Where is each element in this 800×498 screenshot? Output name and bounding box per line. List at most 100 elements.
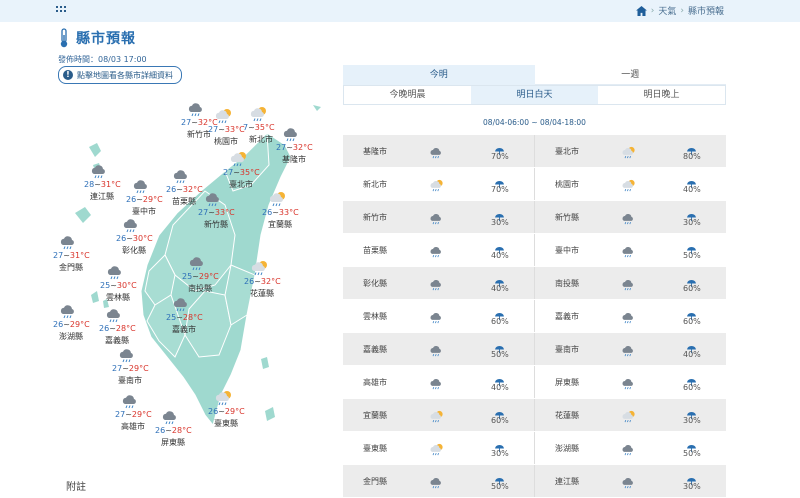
cloud-rain-icon <box>429 243 445 258</box>
county-name[interactable]: 桃園市 <box>555 179 579 190</box>
map-county-name: 臺北市 <box>229 180 253 189</box>
county-name[interactable]: 臺東縣 <box>363 443 387 454</box>
county-name[interactable]: 南投縣 <box>555 278 579 289</box>
county-name[interactable]: 臺北市 <box>555 146 579 157</box>
county-cell[interactable]: 嘉義縣 50% <box>343 333 534 365</box>
county-cell[interactable]: 苗栗縣 40% <box>343 234 534 266</box>
map-county-name: 臺東縣 <box>214 419 238 428</box>
county-name[interactable]: 連江縣 <box>555 476 579 487</box>
breadcrumb-weather[interactable]: 天氣 <box>658 4 676 17</box>
breadcrumb-county-forecast[interactable]: 縣市預報 <box>688 4 724 17</box>
county-name[interactable]: 嘉義縣 <box>363 344 387 355</box>
county-name[interactable]: 基隆市 <box>363 146 387 157</box>
tab-week[interactable]: 一週 <box>534 65 726 85</box>
cloud-rain-icon <box>90 163 110 179</box>
county-name[interactable]: 金門縣 <box>363 476 387 487</box>
cloud-rain-icon <box>621 276 637 291</box>
table-row: 臺東縣 30% 澎湖縣 50% <box>343 432 726 465</box>
sun-cloud-rain-icon <box>214 390 234 406</box>
county-name[interactable]: 新竹市 <box>363 212 387 223</box>
sun-cloud-rain-icon <box>250 260 270 276</box>
map-temp: 26~29°C <box>53 320 90 329</box>
cloud-rain-icon <box>429 342 445 357</box>
umbrella-icon <box>495 174 504 189</box>
top-bar: › 天氣 › 縣市預報 <box>0 0 800 22</box>
county-cell[interactable]: 臺南市 40% <box>534 333 726 365</box>
county-cell[interactable]: 花蓮縣 30% <box>534 399 726 431</box>
map-help-button[interactable]: ! 點擊地圖看各縣市詳細資料 <box>58 66 182 84</box>
county-name[interactable]: 臺南市 <box>555 344 579 355</box>
county-name[interactable]: 苗栗縣 <box>363 245 387 256</box>
cloud-rain-icon <box>621 441 637 456</box>
rain-probability: 40% <box>683 185 701 194</box>
map-temp: 26~28°C <box>155 426 192 435</box>
county-cell[interactable]: 連江縣 30% <box>534 465 726 497</box>
rain-probability: 30% <box>491 449 509 458</box>
county-cell[interactable]: 南投縣 60% <box>534 267 726 299</box>
county-cell[interactable]: 新北市 70% <box>343 168 534 200</box>
county-cell[interactable]: 澎湖縣 50% <box>534 432 726 464</box>
rain-probability: 40% <box>491 251 509 260</box>
tab-tomorrow-night[interactable]: 明日晚上 <box>598 86 725 104</box>
map-help-label: 點擊地圖看各縣市詳細資料 <box>77 70 173 80</box>
county-name[interactable]: 新竹縣 <box>555 212 579 223</box>
county-name[interactable]: 屏東縣 <box>555 377 579 388</box>
umbrella-icon <box>495 405 504 420</box>
county-name[interactable]: 花蓮縣 <box>555 410 579 421</box>
county-cell[interactable]: 桃園市 40% <box>534 168 726 200</box>
rain-probability: 50% <box>491 482 509 491</box>
county-name[interactable]: 雲林縣 <box>363 311 387 322</box>
map-temp: 26~33°C <box>262 208 299 217</box>
county-cell[interactable]: 新竹市 30% <box>343 201 534 233</box>
county-cell[interactable]: 臺中市 50% <box>534 234 726 266</box>
cloud-rain-icon <box>59 303 79 319</box>
sun-cloud-rain-icon <box>249 106 269 122</box>
county-cell[interactable]: 臺北市 80% <box>534 135 726 167</box>
county-cell[interactable]: 彰化縣 40% <box>343 267 534 299</box>
county-cell[interactable]: 新竹縣 30% <box>534 201 726 233</box>
home-icon[interactable] <box>635 5 647 16</box>
map-temp: 25~30°C <box>100 281 137 290</box>
cloud-rain-icon <box>188 255 208 271</box>
county-name[interactable]: 彰化縣 <box>363 278 387 289</box>
cloud-rain-icon <box>429 276 445 291</box>
page-title: 縣市預報 <box>76 31 136 47</box>
rain-probability: 60% <box>491 416 509 425</box>
tab-tomorrow-day[interactable]: 明日白天 <box>471 86 598 104</box>
sun-cloud-rain-icon <box>429 177 445 192</box>
county-cell[interactable]: 高雄市 40% <box>343 366 534 398</box>
rain-probability: 60% <box>683 317 701 326</box>
county-cell[interactable]: 屏東縣 60% <box>534 366 726 398</box>
cloud-rain-icon <box>187 101 207 117</box>
tab-today-tomorrow[interactable]: 今明 <box>343 65 535 85</box>
county-cell[interactable]: 嘉義市 60% <box>534 300 726 332</box>
tab-tonight[interactable]: 今晚明晨 <box>344 86 471 104</box>
county-cell[interactable]: 金門縣 50% <box>343 465 534 497</box>
county-cell[interactable]: 基隆市 70% <box>343 135 534 167</box>
rain-probability: 50% <box>683 449 701 458</box>
county-cell[interactable]: 臺東縣 30% <box>343 432 534 464</box>
cloud-rain-icon <box>621 309 637 324</box>
map-temp: 26~32°C <box>166 185 203 194</box>
menu-grid-icon[interactable] <box>56 6 68 16</box>
county-name[interactable]: 澎湖縣 <box>555 443 579 454</box>
page-header: 縣市預報 <box>58 28 136 48</box>
umbrella-icon <box>687 141 696 156</box>
county-cell[interactable]: 雲林縣 60% <box>343 300 534 332</box>
sun-cloud-rain-icon <box>429 441 445 456</box>
sun-cloud-rain-icon <box>621 177 637 192</box>
thermometer-icon <box>60 28 68 48</box>
county-name[interactable]: 嘉義市 <box>555 311 579 322</box>
info-icon: ! <box>63 70 73 80</box>
rain-probability: 80% <box>683 152 701 161</box>
map-county-name: 新北市 <box>249 135 273 144</box>
table-row: 宜蘭縣 60% 花蓮縣 30% <box>343 399 726 432</box>
county-name[interactable]: 宜蘭縣 <box>363 410 387 421</box>
county-name[interactable]: 新北市 <box>363 179 387 190</box>
rain-probability: 40% <box>683 350 701 359</box>
county-cell[interactable]: 宜蘭縣 60% <box>343 399 534 431</box>
map-county-name: 基隆市 <box>282 155 306 164</box>
county-name[interactable]: 臺中市 <box>555 245 579 256</box>
forecast-table: 基隆市 70% 臺北市 80% 新北市 70% 桃園市 40% 新竹市 30% 新竹縣 30% 苗栗縣 4… <box>343 135 726 498</box>
county-name[interactable]: 高雄市 <box>363 377 387 388</box>
